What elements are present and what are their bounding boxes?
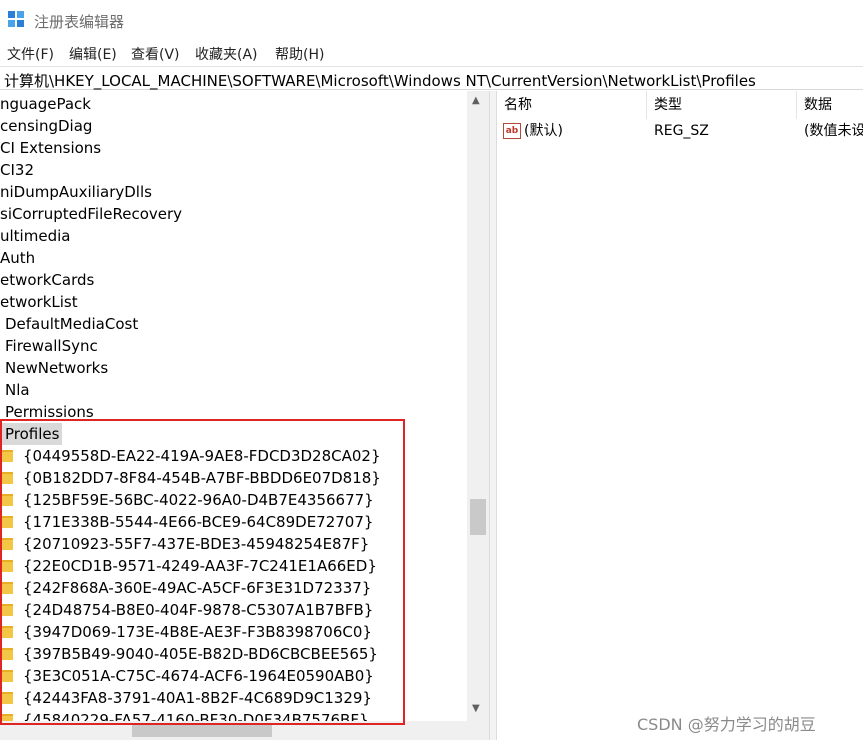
highlight-annotation — [0, 419, 405, 725]
scroll-down-arrow-icon[interactable]: ▼ — [472, 703, 480, 714]
menu-view[interactable]: 查看(V) — [131, 44, 180, 64]
string-value-icon: ab — [503, 123, 521, 139]
value-type: REG_SZ — [654, 123, 709, 139]
column-header-data[interactable]: 数据 — [797, 91, 863, 119]
watermark: CSDN @努力学习的胡豆 — [637, 715, 816, 734]
pane-splitter[interactable] — [489, 91, 497, 740]
tree-vertical-scrollbar[interactable]: ▲ ▼ — [467, 91, 489, 721]
value-row[interactable]: ab (默认) REG_SZ (数值未设 — [497, 119, 863, 143]
menu-favorites[interactable]: 收藏夹(A) — [195, 44, 258, 64]
column-header-name[interactable]: 名称 — [497, 91, 647, 119]
menu-help[interactable]: 帮助(H) — [275, 44, 324, 64]
value-data: (数值未设 — [804, 123, 863, 139]
column-header-type[interactable]: 类型 — [647, 91, 797, 119]
values-list: 名称 类型 数据 ab (默认) REG_SZ (数值未设 — [497, 91, 863, 740]
menu-edit[interactable]: 编辑(E) — [69, 44, 117, 64]
address-path[interactable]: 计算机\HKEY_LOCAL_MACHINE\SOFTWARE\Microsof… — [4, 70, 756, 91]
regedit-icon — [8, 11, 26, 29]
scrollbar-thumb[interactable] — [470, 499, 486, 535]
scrollbar-thumb[interactable] — [132, 725, 272, 737]
window-title: 注册表编辑器 — [34, 13, 125, 31]
menu-file[interactable]: 文件(F) — [7, 44, 54, 64]
value-name: (默认) — [524, 123, 563, 139]
address-bar[interactable]: 计算机\HKEY_LOCAL_MACHINE\SOFTWARE\Microsof… — [0, 66, 863, 90]
scroll-up-arrow-icon[interactable]: ▲ — [472, 95, 480, 106]
menu-bar: 文件(F) 编辑(E) 查看(V) 收藏夹(A) 帮助(H) — [0, 40, 863, 66]
title-bar: 注册表编辑器 — [0, 0, 863, 40]
